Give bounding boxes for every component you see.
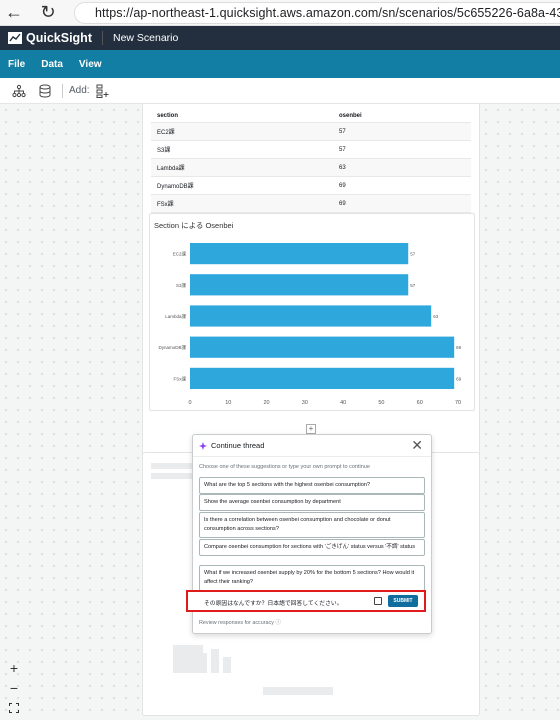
table-cell: 57 <box>339 146 346 153</box>
hierarchy-icon[interactable] <box>10 82 28 100</box>
table-cell: 63 <box>339 164 346 171</box>
suggestion-item[interactable]: What are the top 5 sections with the hig… <box>199 477 425 494</box>
skeleton-bar <box>199 653 207 673</box>
x-tick-label: 20 <box>264 400 270 406</box>
reload-icon[interactable]: ↻ <box>34 0 62 26</box>
table-row: Lambda課 63 <box>151 159 471 177</box>
suggestion-item[interactable]: What if we increased osenbei supply by 2… <box>199 565 425 591</box>
add-visual-icon[interactable] <box>94 82 112 100</box>
header-divider <box>101 31 103 45</box>
y-tick-label: Lambda課 <box>165 313 186 320</box>
x-tick-label: 30 <box>302 400 308 406</box>
table-cell: Lambda課 <box>157 166 185 172</box>
x-tick-label: 50 <box>378 400 384 406</box>
y-tick-label: FSx課 <box>173 375 186 382</box>
bar <box>190 274 409 296</box>
x-tick-label: 10 <box>225 400 231 406</box>
table-row: S3課 57 <box>151 141 471 159</box>
y-tick-label: DynamoDB課 <box>158 344 186 351</box>
y-tick-label: S3課 <box>176 282 187 289</box>
dialog-subtitle: Choose one of these suggestions or type … <box>199 464 370 470</box>
toolbar-divider <box>62 83 63 98</box>
table-cell: 69 <box>339 200 346 207</box>
prompt-input-box[interactable]: その原因はなんですか？日本語で回答してください。 SUBMIT <box>186 590 426 612</box>
database-icon[interactable] <box>36 82 54 100</box>
app-header: QuickSight New Scenario <box>0 26 560 50</box>
sparkle-icon <box>199 441 207 450</box>
data-label: 63 <box>433 314 439 319</box>
x-tick-label: 40 <box>340 400 346 406</box>
table-header-row: section osenbei <box>151 109 471 123</box>
dialog-title: Continue thread <box>211 441 265 450</box>
toolbar: Add: <box>0 78 560 104</box>
table-cell: FSx課 <box>157 202 174 208</box>
table-header-osenbei[interactable]: osenbei <box>339 113 471 119</box>
address-bar[interactable]: https://ap-northeast-1.quicksight.aws.am… <box>74 2 560 24</box>
bar <box>190 336 455 358</box>
dialog-header: Continue thread ✕ <box>193 435 431 457</box>
submit-button[interactable]: SUBMIT <box>388 595 418 607</box>
data-label: 57 <box>410 283 416 288</box>
app-name: QuickSight <box>26 31 92 45</box>
url-text: https://ap-northeast-1.quicksight.aws.am… <box>95 6 560 20</box>
add-below-button[interactable]: + <box>306 424 316 434</box>
data-table: section osenbei EC2課 57 S3課 57 Lambda課 6… <box>151 109 471 213</box>
add-label: Add: <box>69 85 90 96</box>
zoom-out-button[interactable]: − <box>6 680 22 696</box>
fit-to-screen-icon[interactable] <box>6 700 22 716</box>
prompt-input[interactable]: その原因はなんですか？日本語で回答してください。 <box>204 598 343 607</box>
table-cell: S3課 <box>157 148 171 154</box>
skeleton-bar <box>211 649 219 673</box>
menu-data[interactable]: Data <box>41 59 63 70</box>
bar-chart-svg: 0 10 20 30 40 50 60 70 EC2課 57 S3課 57 Lambda課 63 Dynam… <box>158 242 462 406</box>
menu-view[interactable]: View <box>79 59 102 70</box>
data-label: 69 <box>456 345 462 350</box>
browser-toolbar: ← ↻ https://ap-northeast-1.quicksight.aw… <box>0 0 560 26</box>
bar <box>190 367 455 390</box>
table-cell: 57 <box>339 128 346 135</box>
menu-bar: File Data View <box>0 50 560 78</box>
attachment-icon[interactable] <box>374 597 382 605</box>
bar-chart[interactable]: Section による Osenbei 0 10 20 30 40 50 60 70 EC2課 5… <box>149 213 475 411</box>
suggestion-item[interactable]: Show the average osenbei consumption by … <box>199 494 425 511</box>
quicksight-logo-icon <box>8 32 22 44</box>
close-icon[interactable]: ✕ <box>411 438 423 452</box>
data-label: 69 <box>456 376 462 381</box>
suggestion-item[interactable]: Is there a correlation between osenbei c… <box>199 512 425 538</box>
table-row: DynamoDB課 69 <box>151 177 471 195</box>
x-tick-label: 70 <box>455 400 461 406</box>
back-icon[interactable]: ← <box>0 0 28 26</box>
bar <box>190 305 432 327</box>
x-tick-label: 60 <box>417 400 423 406</box>
table-cell: DynamoDB課 <box>157 184 194 190</box>
review-accuracy-note: Review responses for accuracy ⓘ <box>199 620 281 626</box>
skeleton-bar <box>263 687 333 695</box>
bar <box>190 242 409 265</box>
menu-file[interactable]: File <box>8 59 25 70</box>
x-tick-label: 0 <box>188 400 191 406</box>
table-cell: EC2課 <box>157 130 175 136</box>
table-row: EC2課 57 <box>151 123 471 141</box>
quicksight-logo[interactable]: QuickSight <box>0 31 92 45</box>
table-cell: 69 <box>339 182 346 189</box>
y-tick-label: EC2課 <box>173 251 187 258</box>
skeleton-bar <box>223 657 231 673</box>
data-label: 57 <box>410 252 416 257</box>
zoom-in-button[interactable]: + <box>6 660 22 676</box>
table-header-section[interactable]: section <box>151 113 339 119</box>
table-row: FSx課 69 <box>151 195 471 213</box>
scenario-title[interactable]: New Scenario <box>113 32 178 44</box>
suggestion-item[interactable]: Compare osenbei consumption for sections… <box>199 539 425 556</box>
